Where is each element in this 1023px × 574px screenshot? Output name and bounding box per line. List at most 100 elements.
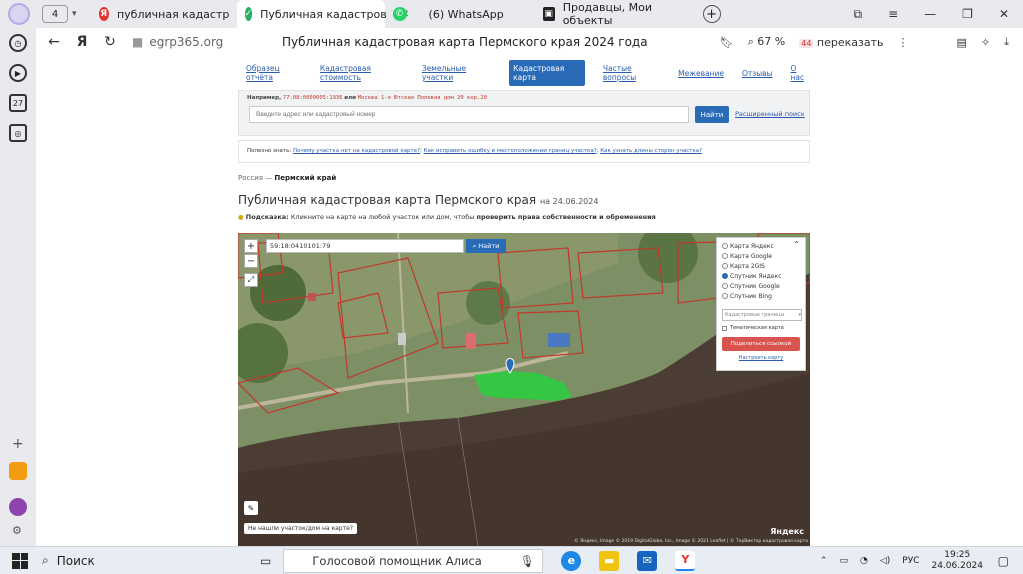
tip-bold: проверить права собственности и обремене… bbox=[476, 213, 656, 221]
chevron-down-icon[interactable]: ▾ bbox=[72, 9, 77, 19]
edge-icon[interactable]: e bbox=[561, 550, 582, 571]
zoom-in-button[interactable]: + bbox=[244, 239, 258, 253]
add-icon[interactable]: + bbox=[12, 436, 24, 452]
window-controls: ⧉ ≡ — ❐ ✕ bbox=[854, 0, 1023, 28]
more-icon[interactable]: ⋮ bbox=[898, 36, 909, 49]
tab-avito[interactable]: ▣ Продавцы, Мои объекты bbox=[535, 0, 695, 28]
clock[interactable]: 19:25 24.06.2024 bbox=[931, 550, 983, 572]
chevron-up-icon[interactable]: ⌃ bbox=[820, 556, 828, 566]
avito-icon: ▣ bbox=[542, 7, 555, 21]
chevron-up-icon[interactable]: ⌃ bbox=[793, 240, 800, 249]
pencil-icon[interactable]: ✎ bbox=[244, 501, 258, 515]
battery-icon[interactable]: ▭ bbox=[839, 556, 848, 566]
reset-map-link[interactable]: Настроить карту bbox=[722, 355, 800, 361]
wifi-icon[interactable]: ◔ bbox=[860, 556, 868, 566]
yandex-browser-icon[interactable]: Y bbox=[675, 550, 696, 571]
chevron-down-icon: ▾ bbox=[798, 312, 801, 318]
close-window-icon[interactable]: ✕ bbox=[999, 7, 1009, 21]
layer-option[interactable]: Спутник Яндекс bbox=[722, 271, 800, 281]
nav-cadastral-value[interactable]: Кадастровая стоимость bbox=[320, 64, 404, 82]
folder-icon[interactable]: ▬ bbox=[599, 550, 620, 571]
not-found-button[interactable]: Не нашли участок/дом на карте? bbox=[244, 523, 357, 534]
breadcrumb-root[interactable]: Россия bbox=[238, 174, 263, 182]
zoom-out-button[interactable]: − bbox=[244, 254, 258, 268]
tab-whatsapp[interactable]: ✆ (6) WhatsApp bbox=[385, 0, 535, 28]
tab-counter[interactable]: 4 bbox=[42, 5, 68, 23]
overlay-select[interactable]: Кадастровые границы ▾ bbox=[722, 309, 802, 321]
layer-option[interactable]: Спутник Google bbox=[722, 281, 800, 291]
tab-yandex-search[interactable]: Я публичная кадастровая п bbox=[91, 0, 237, 28]
map-search-input[interactable]: 59:18:0410101:79 bbox=[266, 239, 464, 253]
volume-icon[interactable]: ◁) bbox=[880, 556, 890, 566]
useful-prefix: Полезно знать: bbox=[247, 148, 292, 154]
useful-link[interactable]: Почему участка нет на кадастровой карте? bbox=[293, 148, 420, 154]
settings-icon[interactable]: ⚙ bbox=[12, 524, 22, 537]
reload-icon[interactable]: ↻ bbox=[96, 34, 124, 50]
url-text: egrp365.org bbox=[149, 35, 224, 49]
app-icon[interactable] bbox=[9, 462, 27, 480]
share-link-button[interactable]: Поделиться ссылкой bbox=[722, 337, 800, 351]
restore-icon[interactable]: ❐ bbox=[962, 7, 973, 21]
menu-icon[interactable]: ≡ bbox=[888, 7, 898, 21]
web-page: Образец отчёта Кадастровая стоимость Зем… bbox=[36, 56, 1023, 546]
alice-icon[interactable] bbox=[9, 498, 27, 516]
nav-sample-report[interactable]: Образец отчёта bbox=[246, 64, 302, 82]
map-search-button[interactable]: ⌕ Найти bbox=[466, 239, 506, 253]
translate-button[interactable]: 44 переказать bbox=[799, 36, 884, 49]
yandex-logo: Яндекс bbox=[770, 527, 804, 536]
nav-land-plots[interactable]: Земельные участки bbox=[422, 64, 491, 82]
fullscreen-icon[interactable]: ⤢ bbox=[244, 273, 258, 287]
advanced-search-link[interactable]: Расширенный поиск bbox=[735, 110, 805, 118]
notifications-icon[interactable]: ▢ bbox=[998, 554, 1009, 568]
page-title: Публичная кадастровая карта Пермского кр… bbox=[282, 35, 648, 49]
taskbar-search[interactable]: ⌕ Поиск bbox=[42, 553, 256, 568]
url-field[interactable]: ■ egrp365.org bbox=[132, 35, 223, 49]
minimize-icon[interactable]: — bbox=[924, 7, 936, 21]
useful-link[interactable]: Как исправить ошибку в местоположении гр… bbox=[424, 148, 597, 154]
tab-label: (6) WhatsApp bbox=[428, 7, 504, 21]
play-icon[interactable]: ▶ bbox=[9, 64, 27, 82]
address-search-input[interactable] bbox=[249, 106, 689, 123]
task-view-icon[interactable]: ▭ bbox=[260, 554, 271, 568]
breadcrumb: Россия — Пермский край bbox=[238, 174, 337, 182]
layer-option[interactable]: Карта Яндекс bbox=[722, 241, 800, 251]
nav-faq[interactable]: Частые вопросы bbox=[603, 64, 660, 82]
back-icon[interactable]: ← bbox=[40, 34, 68, 50]
clock-time: 19:25 bbox=[944, 549, 971, 560]
clock-date: 24.06.2024 bbox=[931, 560, 983, 571]
search-button[interactable]: Найти bbox=[695, 106, 729, 123]
mail-icon[interactable]: ✉ bbox=[637, 550, 658, 571]
language-indicator[interactable]: РУС bbox=[902, 556, 919, 566]
microphone-icon[interactable]: 🎙︎ bbox=[520, 554, 535, 568]
downloads-icon[interactable]: ⤓ bbox=[1004, 35, 1009, 49]
new-tab-button[interactable]: + bbox=[702, 5, 721, 23]
yandex-icon: Я bbox=[98, 7, 109, 21]
layer-option[interactable]: Спутник Bing bbox=[722, 291, 800, 301]
profile-icon[interactable] bbox=[8, 3, 30, 25]
zoom-indicator[interactable]: ⌕ 67 % bbox=[748, 35, 786, 49]
collections-icon[interactable]: ⧉ bbox=[854, 7, 863, 22]
bookmarks-panel-icon[interactable]: ▤ bbox=[957, 36, 967, 49]
bookmark-icon[interactable]: 🔖︎ bbox=[720, 36, 734, 49]
nav-reviews[interactable]: Отзывы bbox=[742, 69, 773, 78]
page-heading: Публичная кадастровая карта Пермского кр… bbox=[238, 193, 598, 207]
extensions-icon[interactable]: ✧ bbox=[981, 36, 990, 49]
start-button[interactable] bbox=[12, 552, 28, 569]
nav-about[interactable]: О нас bbox=[791, 64, 810, 82]
whatsapp-icon: ✆ bbox=[392, 7, 407, 21]
cadastral-map[interactable]: + − ⤢ 59:18:0410101:79 ⌕ Найти ⌃ Карта Я… bbox=[238, 233, 810, 546]
alice-label: Голосовой помощник Алиса bbox=[312, 553, 482, 568]
alice-assistant-field[interactable]: Голосовой помощник Алиса 🎙︎ bbox=[283, 548, 544, 573]
layer-label: Спутник Яндекс bbox=[730, 272, 782, 280]
yandex-home-icon[interactable]: Я bbox=[68, 34, 96, 50]
nav-surveying[interactable]: Межевание bbox=[678, 69, 724, 78]
useful-link[interactable]: Как узнать длины сторон участка? bbox=[600, 148, 702, 154]
layer-option[interactable]: Карта 2GIS bbox=[722, 261, 800, 271]
layer-option[interactable]: Карта Google bbox=[722, 251, 800, 261]
tab-cadastral-map[interactable]: ✓ Публичная кадастров ✕ bbox=[236, 0, 409, 28]
thematic-checkbox[interactable]: Тематическая карта bbox=[722, 325, 800, 331]
screenshot-icon[interactable]: ◎ bbox=[9, 124, 27, 142]
calendar-icon[interactable]: 27 bbox=[9, 94, 27, 112]
history-icon[interactable]: ◷ bbox=[9, 34, 27, 52]
nav-cadastral-map[interactable]: Кадастровая карта bbox=[509, 60, 585, 86]
